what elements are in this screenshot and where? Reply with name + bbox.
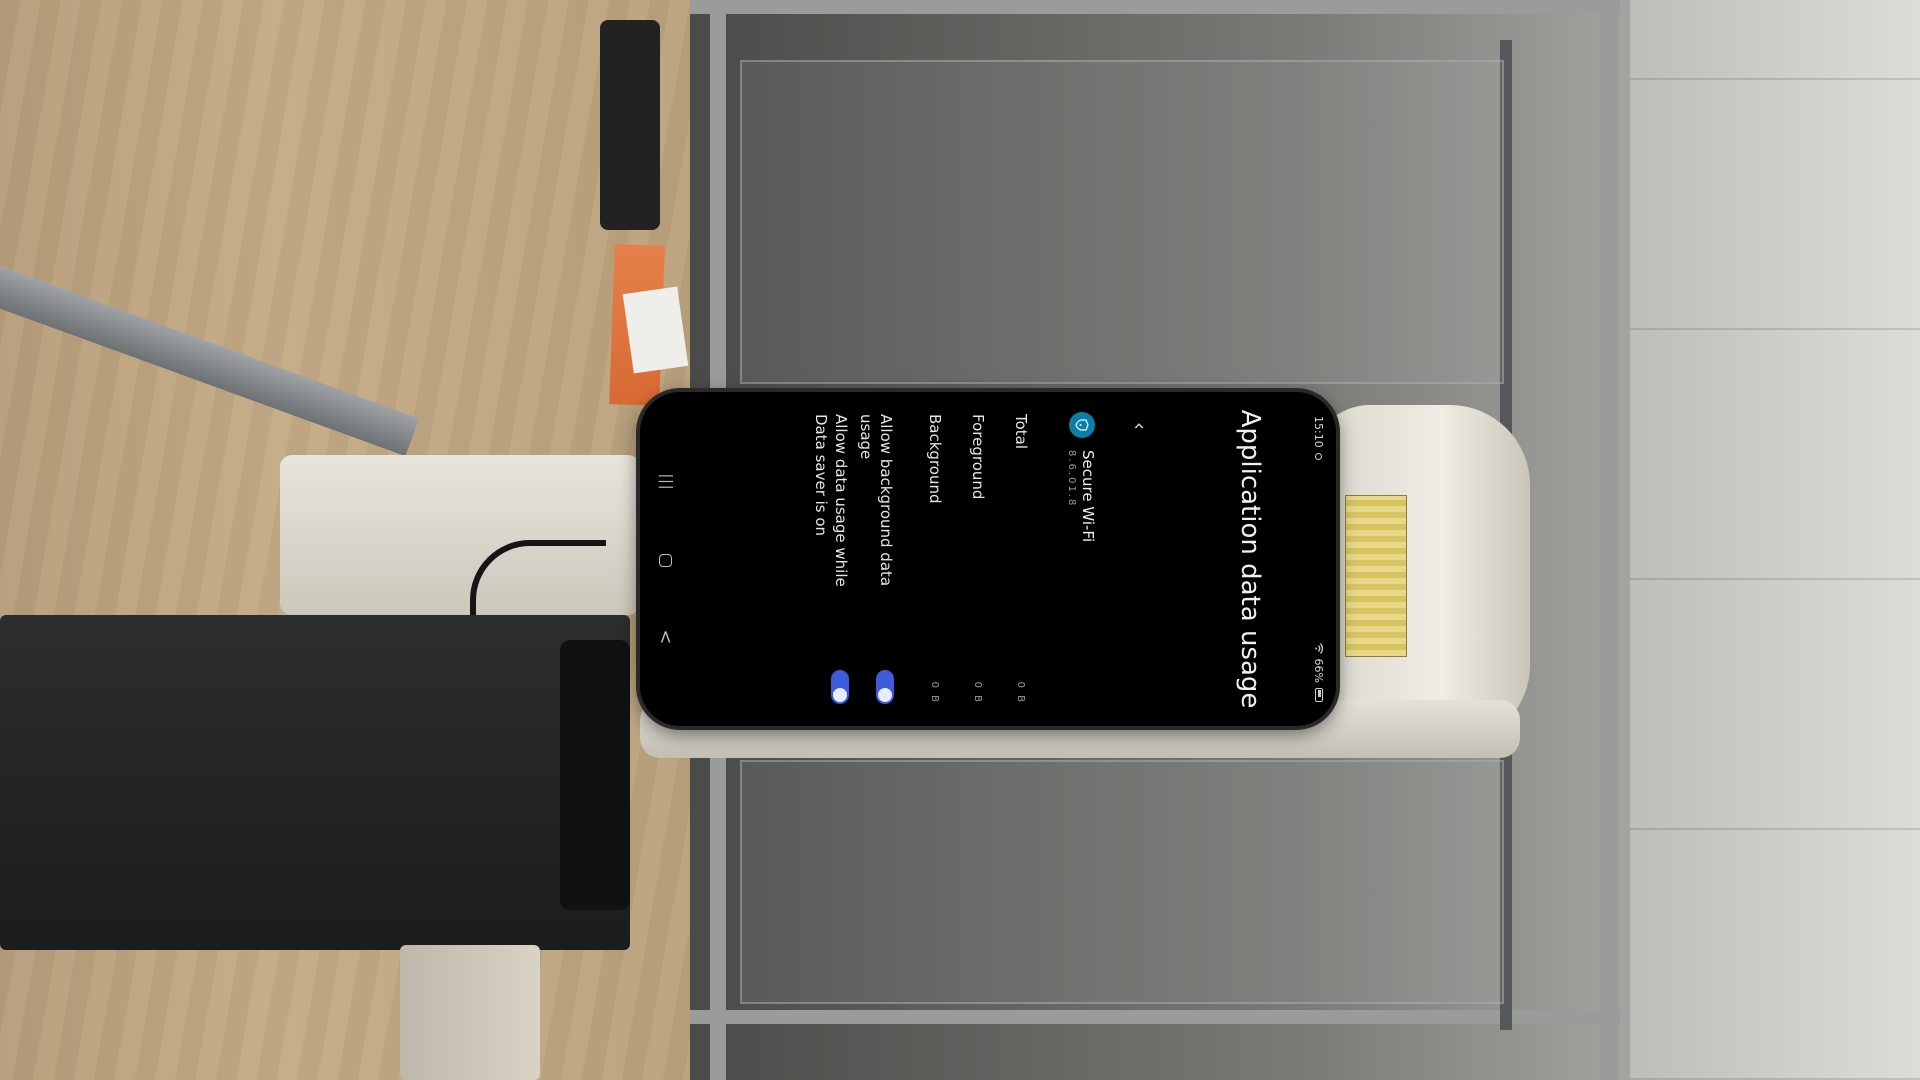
enclosure-frame-bottom [690,1010,1620,1024]
tiled-wall [1630,0,1920,1080]
app-name: Secure Wi-Fi [1079,450,1098,543]
app-info-row[interactable]: Secure Wi-Fi 8.6.01.8 [1060,412,1104,706]
navigation-bar: ||| < [640,392,692,726]
glass-panel-lower [740,760,1504,1004]
robot-arm-joint [1310,405,1530,745]
phone-device: 15:10 66% Application data usage ‹ Secur… [640,392,1336,726]
nav-back-button[interactable]: < [656,629,677,644]
data-saver-toggle[interactable] [831,670,849,704]
usage-value: 0 B [929,681,941,704]
status-left: 15:10 [1313,416,1326,460]
setting-label: Allow data usage while Data saver is on [812,414,850,587]
warning-sticker [1345,495,1407,657]
dark-tool [600,20,660,230]
status-bar: 15:10 66% [1302,392,1336,726]
usage-label: Background [926,414,944,504]
usage-label: Total [1012,414,1030,450]
page-title: Application data usage [1235,409,1265,709]
recents-button[interactable]: ||| [658,473,674,490]
background-data-toggle[interactable] [876,670,894,704]
chevron-left-icon: ‹ [1128,422,1152,430]
setting-row-background-data[interactable]: Allow background data usage [856,414,896,704]
enclosure-post-right [1600,0,1618,1080]
camera-housing [0,615,630,950]
photo-scene: 15:10 66% Application data usage ‹ Secur… [0,0,1920,1080]
phone-screen: 15:10 66% Application data usage ‹ Secur… [640,392,1336,726]
secure-wifi-app-icon [1069,412,1095,438]
wifi-icon [1315,642,1323,654]
toggle-knob [833,688,847,702]
battery-icon [1315,688,1323,702]
glass-panel-upper [740,60,1504,384]
usage-value: 0 B [972,681,984,704]
enclosure-frame-top [690,0,1620,14]
camera-mount [400,945,540,1080]
wifi-shield-icon [1075,419,1089,431]
usage-row-total: Total 0 B [1006,414,1036,704]
home-button[interactable] [659,553,673,567]
status-time: 15:10 [1312,416,1326,448]
app-version: 8.6.01.8 [1066,450,1078,508]
usage-label: Foreground [969,414,987,500]
notification-icon [1315,452,1323,460]
usage-value: 0 B [1015,681,1027,704]
white-paper [622,286,689,374]
setting-row-data-saver[interactable]: Allow data usage while Data saver is on [811,414,851,704]
camera-lens [560,640,630,910]
status-right: 66% [1312,642,1326,702]
back-button[interactable]: ‹ [1128,414,1152,438]
setting-label: Allow background data usage [857,414,895,587]
usage-row-foreground: Foreground 0 B [963,414,993,704]
usage-row-background: Background 0 B [920,414,950,704]
battery-level: 66% [1312,658,1326,683]
app-text: Secure Wi-Fi 8.6.01.8 [1067,450,1098,542]
toggle-knob [878,688,892,702]
